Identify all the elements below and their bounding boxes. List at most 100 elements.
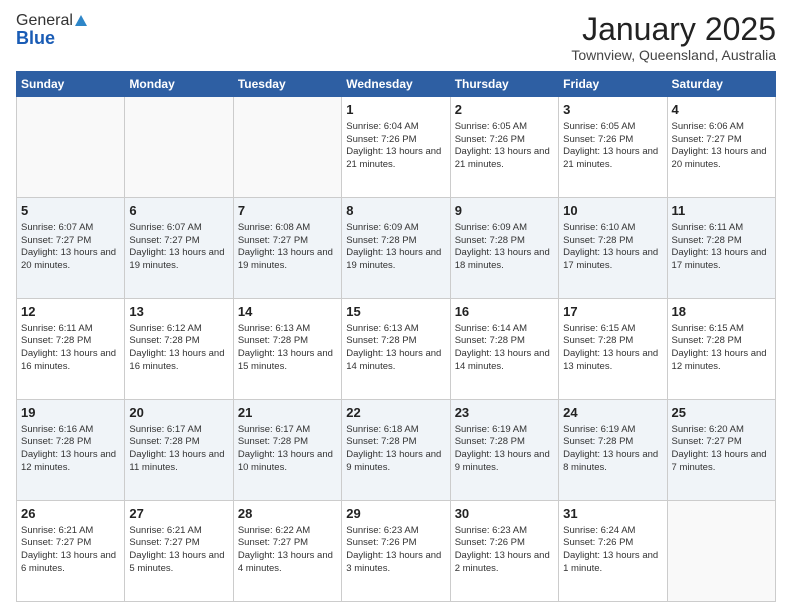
sunset-text: Sunset: 7:28 PM xyxy=(563,436,662,449)
daylight-hours: Daylight: 13 hours and 2 minutes. xyxy=(455,550,554,576)
day-number: 26 xyxy=(21,505,120,523)
sunset-text: Sunset: 7:27 PM xyxy=(21,537,120,550)
sunrise-text: Sunrise: 6:14 AM xyxy=(455,323,554,336)
sunrise-text: Sunrise: 6:06 AM xyxy=(672,121,771,134)
day-number: 9 xyxy=(455,202,554,220)
table-row: 4 Sunrise: 6:06 AMSunset: 7:27 PMDaylight… xyxy=(667,97,775,198)
sunset-text: Sunset: 7:28 PM xyxy=(672,235,771,248)
day-number: 22 xyxy=(346,404,445,422)
day-number: 31 xyxy=(563,505,662,523)
day-number: 17 xyxy=(563,303,662,321)
sunrise-text: Sunrise: 6:19 AM xyxy=(455,424,554,437)
header: General Blue January 2025 Townview, Quee… xyxy=(16,12,776,63)
table-row: 17Sunrise: 6:15 AMSunset: 7:28 PMDayligh… xyxy=(559,299,667,400)
daylight-hours: Daylight: 13 hours and 20 minutes. xyxy=(672,146,771,172)
day-number: 20 xyxy=(129,404,228,422)
day-number: 7 xyxy=(238,202,337,220)
day-number: 14 xyxy=(238,303,337,321)
sunset-text: Sunset: 7:28 PM xyxy=(455,436,554,449)
sunset-text: Sunset: 7:26 PM xyxy=(455,537,554,550)
sunset-text: Sunset: 7:26 PM xyxy=(346,537,445,550)
table-row: 6Sunrise: 6:07 AMSunset: 7:27 PMDaylight… xyxy=(125,198,233,299)
table-row: 15Sunrise: 6:13 AMSunset: 7:28 PMDayligh… xyxy=(342,299,450,400)
table-row: 28Sunrise: 6:22 AMSunset: 7:27 PMDayligh… xyxy=(233,501,341,602)
calendar-header-row: Sunday Monday Tuesday Wednesday Thursday… xyxy=(17,72,776,97)
sunrise-text: Sunrise: 6:05 AM xyxy=(455,121,554,134)
calendar-week-row: 12Sunrise: 6:11 AMSunset: 7:28 PMDayligh… xyxy=(17,299,776,400)
col-saturday: Saturday xyxy=(667,72,775,97)
day-number: 19 xyxy=(21,404,120,422)
day-number: 28 xyxy=(238,505,337,523)
sunset-text: Sunset: 7:28 PM xyxy=(238,335,337,348)
daylight-hours: Daylight: 13 hours and 19 minutes. xyxy=(129,247,228,273)
table-row: 3Sunrise: 6:05 AMSunset: 7:26 PMDaylight… xyxy=(559,97,667,198)
location-title: Townview, Queensland, Australia xyxy=(571,47,776,63)
daylight-hours: Daylight: 13 hours and 9 minutes. xyxy=(346,449,445,475)
day-number: 2 xyxy=(455,101,554,119)
day-number: 4 xyxy=(672,101,771,119)
table-row: 9Sunrise: 6:09 AMSunset: 7:28 PMDaylight… xyxy=(450,198,558,299)
sunset-text: Sunset: 7:28 PM xyxy=(455,235,554,248)
daylight-hours: Daylight: 13 hours and 3 minutes. xyxy=(346,550,445,576)
table-row: 8Sunrise: 6:09 AMSunset: 7:28 PMDaylight… xyxy=(342,198,450,299)
calendar-table: Sunday Monday Tuesday Wednesday Thursday… xyxy=(16,71,776,602)
daylight-hours: Daylight: 13 hours and 14 minutes. xyxy=(455,348,554,374)
day-number: 1 xyxy=(346,101,445,119)
logo: General Blue xyxy=(16,12,87,49)
logo-triangle-icon xyxy=(75,15,87,26)
sunrise-text: Sunrise: 6:21 AM xyxy=(21,525,120,538)
col-friday: Friday xyxy=(559,72,667,97)
col-tuesday: Tuesday xyxy=(233,72,341,97)
day-number: 25 xyxy=(672,404,771,422)
sunrise-text: Sunrise: 6:11 AM xyxy=(21,323,120,336)
day-number: 27 xyxy=(129,505,228,523)
table-row: 12Sunrise: 6:11 AMSunset: 7:28 PMDayligh… xyxy=(17,299,125,400)
table-row: 16Sunrise: 6:14 AMSunset: 7:28 PMDayligh… xyxy=(450,299,558,400)
daylight-hours: Daylight: 13 hours and 4 minutes. xyxy=(238,550,337,576)
sunset-text: Sunset: 7:27 PM xyxy=(672,134,771,147)
col-sunday: Sunday xyxy=(17,72,125,97)
page: General Blue January 2025 Townview, Quee… xyxy=(0,0,792,612)
sunrise-text: Sunrise: 6:09 AM xyxy=(346,222,445,235)
table-row: 11Sunrise: 6:11 AMSunset: 7:28 PMDayligh… xyxy=(667,198,775,299)
sunset-text: Sunset: 7:26 PM xyxy=(563,537,662,550)
sunset-text: Sunset: 7:28 PM xyxy=(21,436,120,449)
table-row: 23Sunrise: 6:19 AMSunset: 7:28 PMDayligh… xyxy=(450,400,558,501)
sunrise-text: Sunrise: 6:11 AM xyxy=(672,222,771,235)
sunrise-text: Sunrise: 6:07 AM xyxy=(129,222,228,235)
sunset-text: Sunset: 7:28 PM xyxy=(455,335,554,348)
sunrise-text: Sunrise: 6:19 AM xyxy=(563,424,662,437)
daylight-hours: Daylight: 13 hours and 16 minutes. xyxy=(21,348,120,374)
month-title: January 2025 xyxy=(571,12,776,47)
daylight-hours: Daylight: 13 hours and 19 minutes. xyxy=(346,247,445,273)
daylight-hours: Daylight: 13 hours and 11 minutes. xyxy=(129,449,228,475)
sunrise-text: Sunrise: 6:17 AM xyxy=(129,424,228,437)
table-row: 1Sunrise: 6:04 AMSunset: 7:26 PMDaylight… xyxy=(342,97,450,198)
sunrise-text: Sunrise: 6:13 AM xyxy=(238,323,337,336)
sunrise-text: Sunrise: 6:04 AM xyxy=(346,121,445,134)
calendar-week-row: 19Sunrise: 6:16 AMSunset: 7:28 PMDayligh… xyxy=(17,400,776,501)
table-row: 20Sunrise: 6:17 AMSunset: 7:28 PMDayligh… xyxy=(125,400,233,501)
sunrise-text: Sunrise: 6:17 AM xyxy=(238,424,337,437)
sunrise-text: Sunrise: 6:23 AM xyxy=(455,525,554,538)
col-wednesday: Wednesday xyxy=(342,72,450,97)
calendar-week-row: 5Sunrise: 6:07 AMSunset: 7:27 PMDaylight… xyxy=(17,198,776,299)
table-row: 2Sunrise: 6:05 AMSunset: 7:26 PMDaylight… xyxy=(450,97,558,198)
table-row: 19Sunrise: 6:16 AMSunset: 7:28 PMDayligh… xyxy=(17,400,125,501)
daylight-hours: Daylight: 13 hours and 5 minutes. xyxy=(129,550,228,576)
daylight-hours: Daylight: 13 hours and 12 minutes. xyxy=(21,449,120,475)
day-number: 29 xyxy=(346,505,445,523)
sunset-text: Sunset: 7:27 PM xyxy=(129,537,228,550)
table-row xyxy=(667,501,775,602)
day-number: 11 xyxy=(672,202,771,220)
table-row: 21Sunrise: 6:17 AMSunset: 7:28 PMDayligh… xyxy=(233,400,341,501)
day-number: 30 xyxy=(455,505,554,523)
sunrise-text: Sunrise: 6:09 AM xyxy=(455,222,554,235)
table-row: 18Sunrise: 6:15 AMSunset: 7:28 PMDayligh… xyxy=(667,299,775,400)
day-number: 8 xyxy=(346,202,445,220)
daylight-hours: Daylight: 13 hours and 10 minutes. xyxy=(238,449,337,475)
sunrise-text: Sunrise: 6:10 AM xyxy=(563,222,662,235)
sunset-text: Sunset: 7:28 PM xyxy=(21,335,120,348)
table-row: 10Sunrise: 6:10 AMSunset: 7:28 PMDayligh… xyxy=(559,198,667,299)
day-number: 13 xyxy=(129,303,228,321)
